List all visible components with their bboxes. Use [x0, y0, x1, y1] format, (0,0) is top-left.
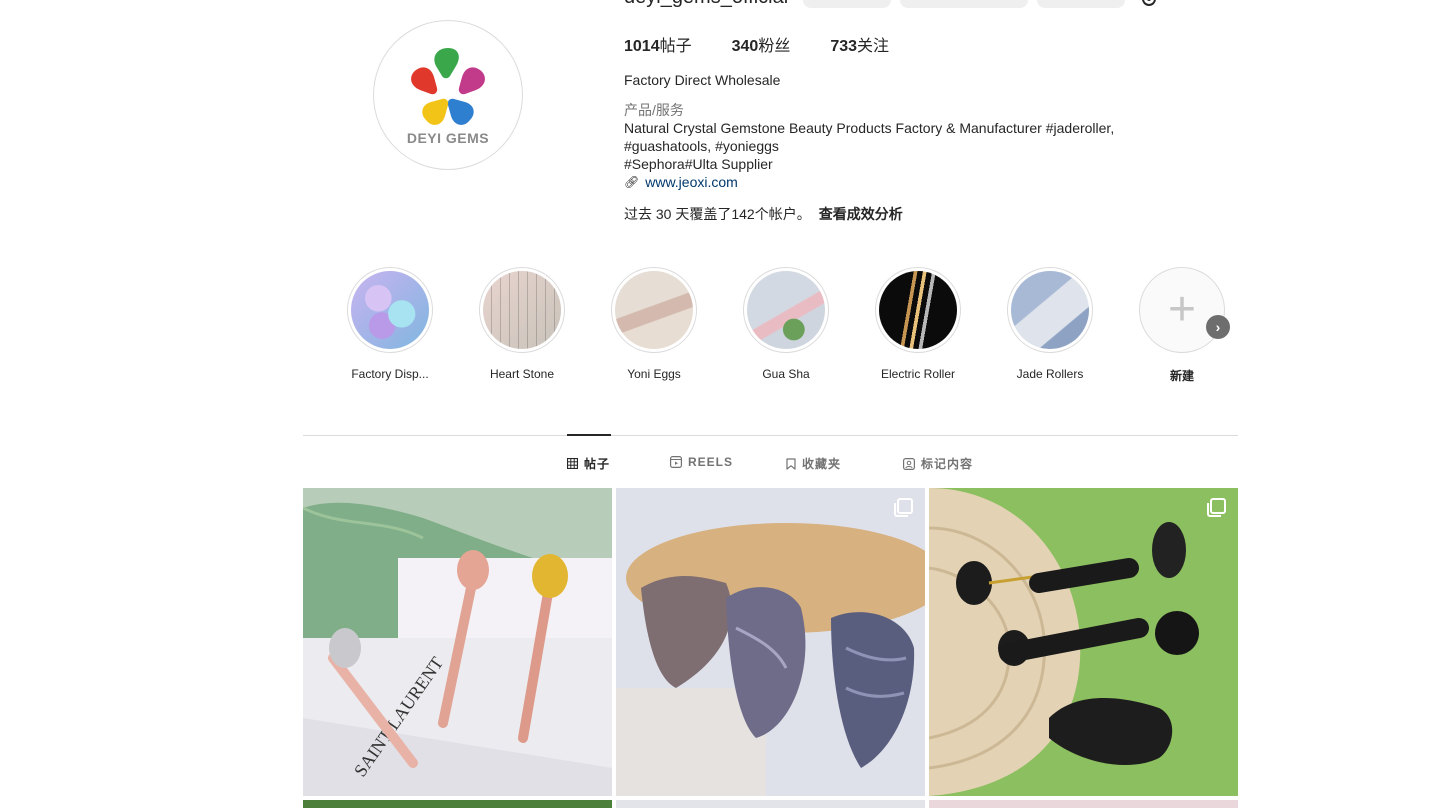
- profile-stats: 1014帖子 340粉丝 733关注: [624, 32, 929, 56]
- highlight-thumbnail: [747, 271, 825, 349]
- post-tile[interactable]: [303, 800, 612, 808]
- post-tile[interactable]: [616, 800, 925, 808]
- tagged-icon: [903, 457, 915, 470]
- post-tile[interactable]: [929, 800, 1238, 808]
- profile-category: 产品/服务: [624, 102, 684, 118]
- highlight-label: Gua Sha: [762, 367, 810, 381]
- website-url: www.jeoxi.com: [645, 174, 738, 190]
- bookmark-icon: [786, 457, 796, 470]
- highlight-ring: [1007, 267, 1093, 353]
- highlight-label: Jade Rollers: [1016, 367, 1084, 381]
- view-insights-link[interactable]: 查看成效分析: [819, 206, 903, 222]
- posts-count: 1014: [624, 38, 660, 55]
- highlight-thumbnail: [1011, 271, 1089, 349]
- tab-label: 收藏夹: [802, 457, 842, 471]
- reach-summary: 过去 30 天覆盖了142个帐户。 查看成效分析: [624, 205, 1184, 223]
- highlight-label: 新建: [1169, 369, 1194, 383]
- followers-stat[interactable]: 340粉丝: [732, 32, 791, 56]
- posts-label: 帖子: [659, 38, 692, 55]
- multi-photo-icon: [1207, 498, 1226, 517]
- highlight-jade-rollers[interactable]: Jade Rollers: [1000, 267, 1100, 384]
- view-archive-button[interactable]: [900, 0, 1028, 8]
- tab-label: 帖子: [584, 457, 611, 471]
- plus-icon: +: [1167, 283, 1197, 336]
- profile-header-row: deyi_gems_official: [624, 0, 794, 8]
- ad-tools-button[interactable]: [1037, 0, 1125, 8]
- highlight-ring: [611, 267, 697, 353]
- highlight-ring: [347, 267, 433, 353]
- tab-label: 标记内容: [921, 457, 974, 471]
- tab-reels[interactable]: REELS: [670, 455, 733, 469]
- tab-tagged[interactable]: 标记内容: [903, 455, 973, 472]
- highlight-ring: [479, 267, 565, 353]
- post-tile[interactable]: [929, 488, 1238, 796]
- story-highlights: Factory Disp... Heart Stone Yoni Eggs Gu…: [340, 267, 1264, 384]
- tab-saved[interactable]: 收藏夹: [786, 455, 841, 472]
- followers-count: 340: [731, 38, 759, 55]
- tabs-divider: [303, 435, 1238, 436]
- highlight-thumbnail: [351, 271, 429, 349]
- highlight-thumbnail: [483, 271, 561, 349]
- username: deyi_gems_official: [624, 0, 794, 9]
- deyi-gems-logo: [411, 48, 485, 125]
- highlight-factory-display[interactable]: Factory Disp...: [340, 267, 440, 384]
- highlight-thumbnail: [615, 271, 693, 349]
- active-tab-indicator: [567, 434, 611, 436]
- following-stat[interactable]: 733关注: [830, 32, 889, 56]
- tab-label: REELS: [688, 455, 734, 469]
- link-icon: 🔗︎: [624, 175, 640, 189]
- multi-photo-icon: [894, 498, 913, 517]
- followers-label: 粉丝: [758, 38, 791, 55]
- post-image: [616, 488, 925, 796]
- following-count: 733: [830, 38, 858, 55]
- bio-line-1: Natural Crystal Gemstone Beauty Products…: [624, 120, 1115, 136]
- reach-text: 过去 30 天覆盖了142个帐户。: [624, 206, 811, 222]
- post-image: [929, 488, 1238, 796]
- edit-profile-button[interactable]: [803, 0, 891, 8]
- bio-line-2: #guashatools, #yonieggs: [624, 138, 779, 154]
- profile-page: deyi_gems_official DEYI GEMS 1014帖子 340粉…: [0, 0, 1433, 808]
- highlight-electric-roller[interactable]: Electric Roller: [868, 267, 968, 384]
- posts-stat: 1014帖子: [624, 32, 692, 56]
- highlight-label: Electric Roller: [880, 367, 955, 381]
- highlight-label: Yoni Eggs: [627, 367, 681, 381]
- avatar[interactable]: DEYI GEMS: [373, 20, 523, 170]
- following-label: 关注: [857, 38, 890, 55]
- highlight-heart-stone[interactable]: Heart Stone: [472, 267, 572, 384]
- profile-name: Factory Direct Wholesale: [624, 72, 781, 88]
- highlight-ring: [875, 267, 961, 353]
- bio-line-3: #Sephora#Ulta Supplier: [624, 156, 773, 172]
- tab-posts[interactable]: 帖子: [567, 455, 610, 472]
- post-image: SAINT LAURENT: [303, 488, 612, 796]
- gear-icon[interactable]: [1140, 0, 1158, 8]
- chevron-right-icon[interactable]: ›: [1206, 315, 1230, 339]
- highlight-thumbnail: [879, 271, 957, 349]
- reels-icon: [670, 456, 682, 468]
- highlight-ring: +: [1139, 267, 1225, 353]
- highlight-ring: [743, 267, 829, 353]
- avatar-brand-text: DEYI GEMS: [406, 130, 490, 146]
- profile-tabs: 帖子 REELS 收藏夹 标记内容: [0, 455, 1433, 471]
- highlight-yoni-eggs[interactable]: Yoni Eggs: [604, 267, 704, 384]
- highlight-label: Heart Stone: [489, 367, 555, 381]
- highlight-gua-sha[interactable]: Gua Sha: [736, 267, 836, 384]
- website-link[interactable]: 🔗︎ www.jeoxi.com: [624, 173, 1184, 191]
- profile-bio: Factory Direct Wholesale 产品/服务 Natural C…: [624, 71, 1184, 223]
- grid-icon: [567, 458, 578, 469]
- highlight-label: Factory Disp...: [351, 367, 429, 381]
- post-tile[interactable]: [616, 488, 925, 796]
- post-tile[interactable]: SAINT LAURENT: [303, 488, 612, 796]
